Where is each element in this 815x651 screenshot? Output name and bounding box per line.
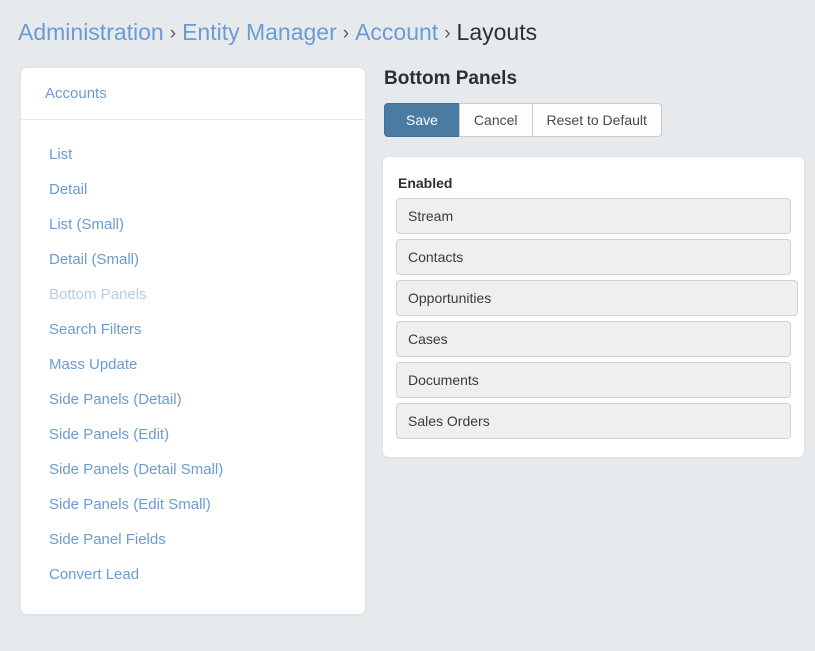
page-columns: Accounts List Detail List (Small) Detail (S… [0,49,815,615]
sidebar-item-label[interactable]: Detail [49,181,87,198]
enabled-panel-list[interactable]: Stream Contacts Opportunities Cases Document… [396,198,798,439]
panel-item[interactable]: Contacts [396,239,791,275]
sidebar-item-convert-lead[interactable]: Convert Lead [21,557,365,592]
breadcrumb: Administration › Entity Manager › Account › La… [0,0,815,49]
sidebar-item-label[interactable]: Side Panels (Edit Small) [49,496,211,513]
sidebar-item-list-small[interactable]: List (Small) [21,207,365,242]
breadcrumb-separator: › [444,23,451,44]
sidebar-item-label[interactable]: List (Small) [49,216,124,233]
panel-item[interactable]: Stream [396,198,791,234]
sidebar-item-side-panels-edit[interactable]: Side Panels (Edit) [21,417,365,452]
layouts-sidebar: Accounts List Detail List (Small) Detail (S… [20,67,366,615]
panel-item[interactable]: Documents [396,362,791,398]
sidebar-item-label[interactable]: Side Panels (Detail) [49,391,182,408]
content-area: Bottom Panels Save Cancel Reset to Default… [366,67,805,458]
panel-item[interactable]: Opportunities [396,280,798,316]
sidebar-item-label[interactable]: Side Panels (Detail Small) [49,461,223,478]
sidebar-item-label[interactable]: Detail (Small) [49,251,139,268]
sidebar-header: Accounts [21,68,365,120]
sidebar-header-link-accounts[interactable]: Accounts [45,85,107,102]
sidebar-item-detail-small[interactable]: Detail (Small) [21,242,365,277]
sidebar-item-side-panels-detail[interactable]: Side Panels (Detail) [21,382,365,417]
sidebar-item-bottom-panels: Bottom Panels [21,277,365,312]
breadcrumb-item-layouts: Layouts [456,19,538,45]
action-button-group: Save Cancel Reset to Default [384,103,662,137]
sidebar-item-label[interactable]: Mass Update [49,356,137,373]
reset-to-default-button[interactable]: Reset to Default [531,103,662,137]
panel-item[interactable]: Sales Orders [396,403,791,439]
sidebar-item-label[interactable]: Side Panel Fields [49,531,166,548]
sidebar-item-side-panels-detail-small[interactable]: Side Panels (Detail Small) [21,452,365,487]
sidebar-item-detail[interactable]: Detail [21,172,365,207]
sidebar-item-side-panels-edit-small[interactable]: Side Panels (Edit Small) [21,487,365,522]
breadcrumb-separator: › [342,23,350,44]
save-button[interactable]: Save [384,103,460,137]
enabled-panel-label: Enabled [398,175,453,191]
breadcrumb-item-administration[interactable]: Administration [18,19,164,45]
sidebar-item-list[interactable]: List [21,137,365,172]
sidebar-item-label[interactable]: Side Panels (Edit) [49,426,169,443]
sidebar-item-label[interactable]: Search Filters [49,321,142,338]
enabled-panel: Enabled Stream Contacts Opportunities Cases… [382,156,805,458]
sidebar-item-search-filters[interactable]: Search Filters [21,312,365,347]
sidebar-menu: List Detail List (Small) Detail (Small) Bott… [21,120,365,614]
panel-item[interactable]: Cases [396,321,791,357]
sidebar-item-side-panel-fields[interactable]: Side Panel Fields [21,522,365,557]
page-title: Bottom Panels [384,68,518,89]
breadcrumb-item-entity-manager[interactable]: Entity Manager [182,19,337,45]
sidebar-item-label: Bottom Panels [49,286,147,303]
sidebar-item-mass-update[interactable]: Mass Update [21,347,365,382]
sidebar-item-label[interactable]: Convert Lead [49,566,139,583]
breadcrumb-separator: › [169,23,177,44]
cancel-button[interactable]: Cancel [458,103,533,137]
sidebar-item-label[interactable]: List [49,146,72,163]
breadcrumb-item-account[interactable]: Account [355,19,438,45]
